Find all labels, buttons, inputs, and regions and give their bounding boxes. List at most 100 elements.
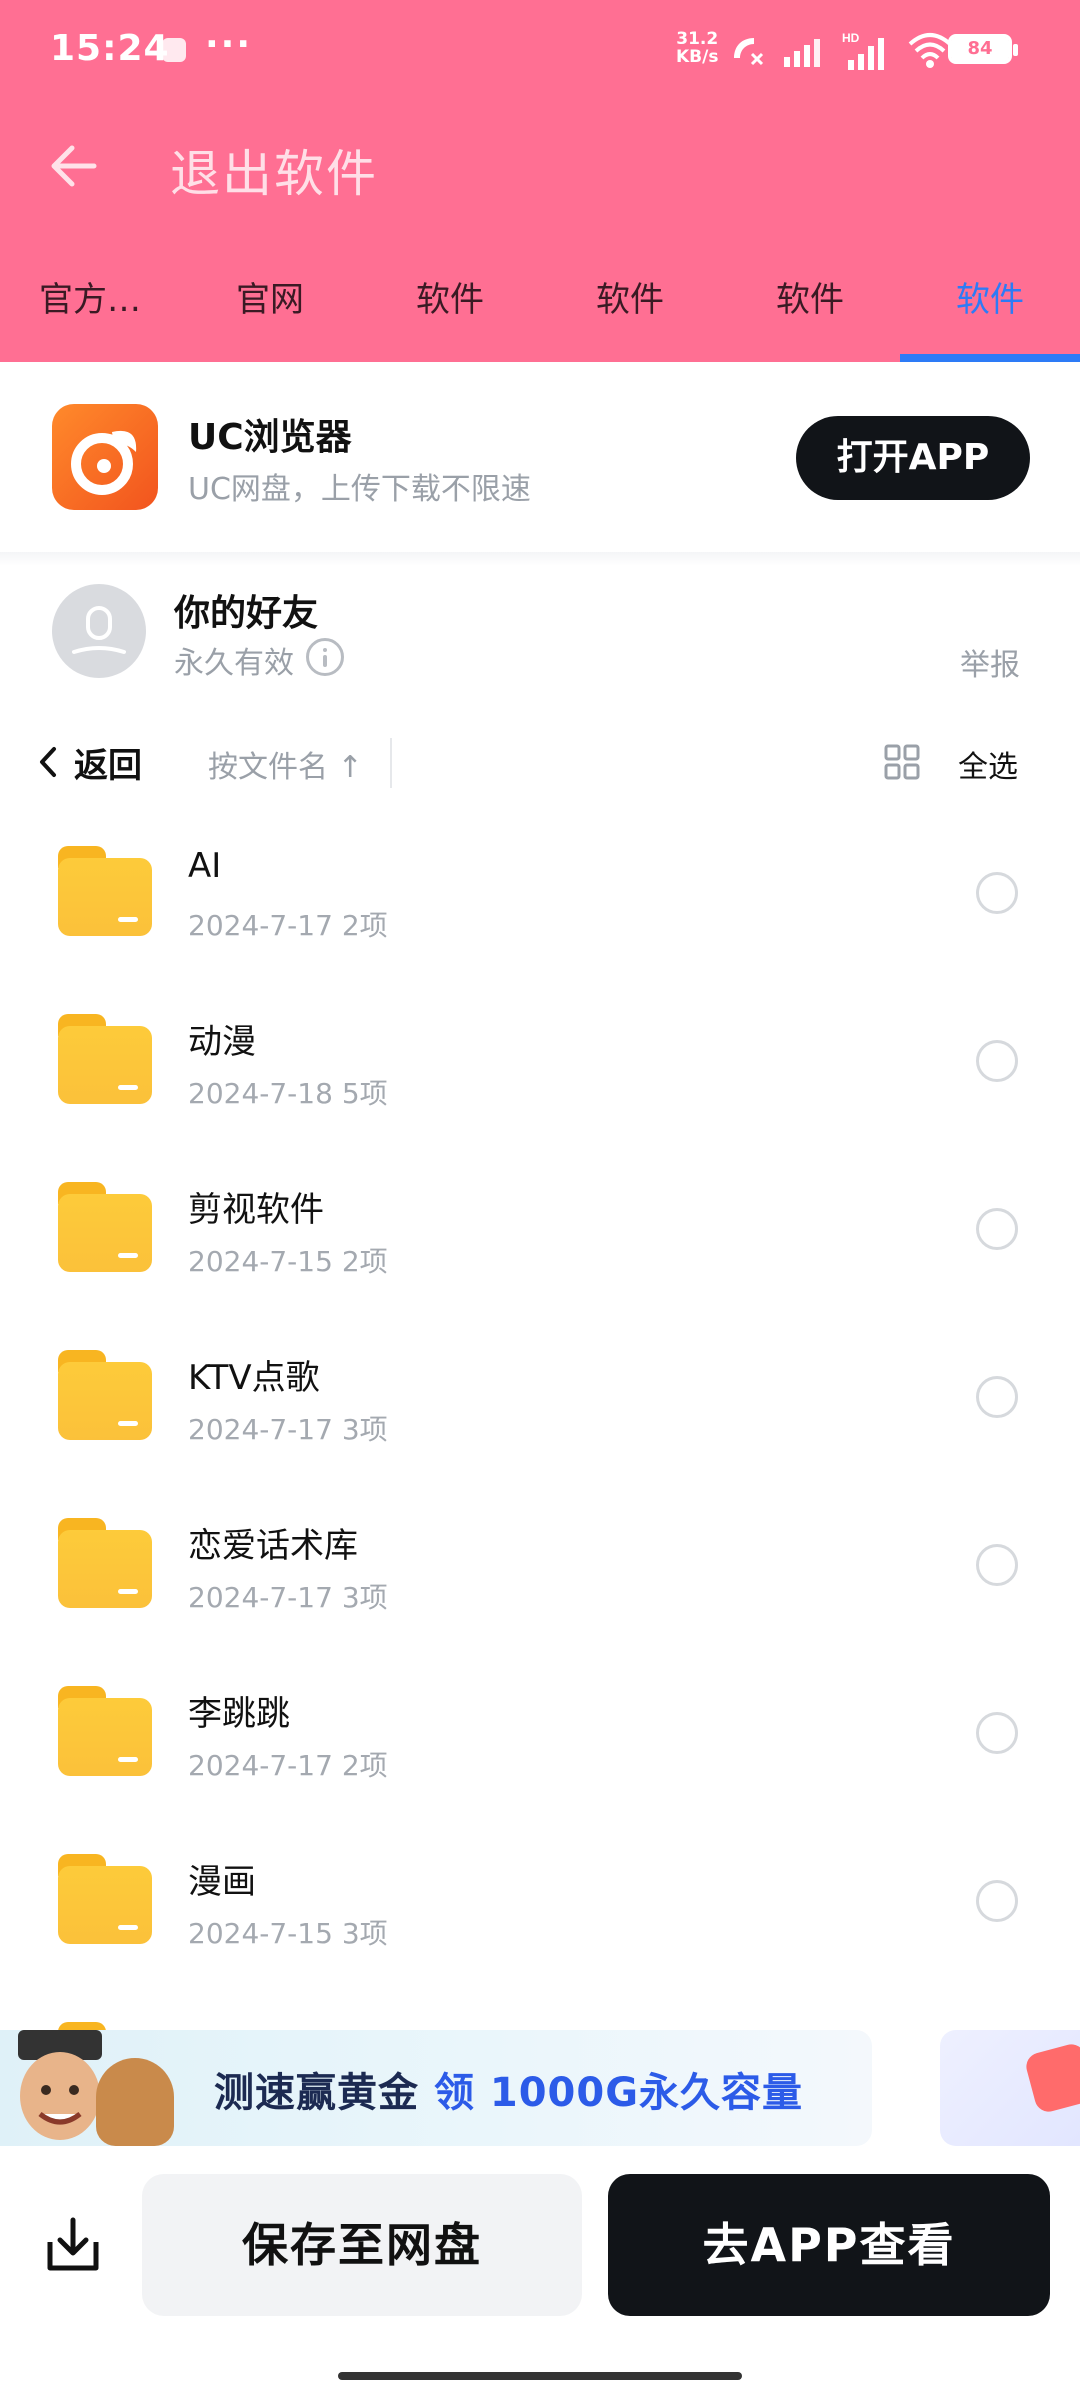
banner-text: 测速赢黄金 领 1000G永久容量 xyxy=(214,2060,803,2118)
file-count: 3项 xyxy=(341,1917,388,1950)
promo-app-description: UC网盘，上传下载不限速 xyxy=(188,472,531,507)
select-all-button[interactable]: 全选 xyxy=(958,742,1018,786)
tab-software-1[interactable]: 软件 xyxy=(360,262,540,362)
sort-by-name-button[interactable]: 按文件名 ↑ xyxy=(208,742,363,786)
info-icon[interactable] xyxy=(306,638,344,676)
bottom-action-bar: 保存至网盘 去APP查看 xyxy=(0,2150,1080,2316)
sharer-name: 你的好友 xyxy=(174,593,319,634)
share-validity: 永久有效 xyxy=(174,646,294,681)
file-meta: 2024-7-18 5项 xyxy=(188,1072,388,1112)
notification-app-icon xyxy=(162,38,186,62)
status-time: 15:24 xyxy=(50,28,170,69)
file-date: 2024-7-17 xyxy=(188,1581,333,1614)
file-name: 漫画 xyxy=(188,1862,256,1902)
title-bar: 退出软件 xyxy=(0,110,1080,220)
toolbar-separator xyxy=(390,738,392,788)
select-checkbox[interactable] xyxy=(976,1208,1018,1250)
file-date: 2024-7-15 xyxy=(188,1917,333,1950)
open-app-button[interactable]: 打开APP xyxy=(796,416,1030,500)
wifi-icon xyxy=(908,33,952,68)
folder-icon xyxy=(58,2022,152,2030)
grid-view-icon[interactable] xyxy=(884,744,920,780)
file-date: 2024-7-17 xyxy=(188,909,333,942)
section-divider xyxy=(0,552,1080,566)
select-checkbox[interactable] xyxy=(976,1712,1018,1754)
select-checkbox[interactable] xyxy=(976,1376,1018,1418)
select-checkbox[interactable] xyxy=(976,1544,1018,1586)
network-speed-value: 31.2 xyxy=(676,29,719,49)
list-item[interactable]: 李跳跳 2024-7-17 2项 xyxy=(0,1650,1080,1818)
list-item[interactable]: KTV点歌 2024-7-17 3项 xyxy=(0,1314,1080,1482)
report-link[interactable]: 举报 xyxy=(960,640,1020,684)
list-item[interactable]: 恋爱话术库 2024-7-17 3项 xyxy=(0,1482,1080,1650)
promo-app-name: UC浏览器 xyxy=(188,417,352,458)
folder-icon xyxy=(58,1518,152,1608)
status-icons: HD xyxy=(728,30,954,70)
file-name: 李跳跳 xyxy=(188,1694,290,1734)
folder-icon xyxy=(58,1854,152,1944)
folder-icon xyxy=(58,1686,152,1776)
call-muted-icon xyxy=(734,38,764,66)
uc-browser-logo-icon xyxy=(52,404,158,510)
folder-back-button[interactable]: 返回 xyxy=(38,738,142,786)
promo-banner[interactable]: 测速赢黄金 领 1000G永久容量 xyxy=(0,2030,872,2146)
list-item[interactable]: 剪视软件 2024-7-15 2项 xyxy=(0,1146,1080,1314)
home-indicator[interactable] xyxy=(338,2372,742,2380)
file-count: 2项 xyxy=(341,1749,388,1782)
file-meta: 2024-7-17 3项 xyxy=(188,1576,388,1616)
file-meta: 2024-7-15 3项 xyxy=(188,1912,388,1952)
save-to-cloud-button[interactable]: 保存至网盘 xyxy=(142,2174,582,2316)
file-name: 剪视软件 xyxy=(188,1190,324,1230)
select-checkbox[interactable] xyxy=(976,1040,1018,1082)
gift-icon xyxy=(1023,2041,1080,2115)
back-arrow-icon[interactable] xyxy=(46,138,102,194)
view-in-app-button[interactable]: 去APP查看 xyxy=(608,2174,1050,2316)
file-date: 2024-7-17 xyxy=(188,1749,333,1782)
folder-icon xyxy=(58,846,152,936)
file-meta: 2024-7-17 2项 xyxy=(188,904,388,944)
file-count: 2项 xyxy=(341,909,388,942)
file-count: 5项 xyxy=(341,1077,388,1110)
list-item[interactable]: AI 2024-7-17 2项 xyxy=(0,810,1080,978)
download-icon[interactable] xyxy=(40,2212,106,2278)
tab-official-site[interactable]: 官网 xyxy=(180,262,360,362)
select-checkbox[interactable] xyxy=(976,872,1018,914)
tab-software-3[interactable]: 软件 xyxy=(720,262,900,362)
folder-icon xyxy=(58,1182,152,1272)
battery-icon: 84 xyxy=(948,34,1018,64)
tab-software-active[interactable]: 软件 xyxy=(900,262,1080,362)
network-speed: 31.2 KB/s xyxy=(676,30,718,66)
promo-banner-secondary[interactable] xyxy=(940,2030,1080,2146)
page-title: 退出软件 xyxy=(170,145,378,203)
banner-mascot-image xyxy=(96,2058,174,2146)
hd-signal-icon: HD xyxy=(842,31,884,70)
header: 15:24 ··· 31.2 KB/s HD 84 退出软件 官方… 官网 软件… xyxy=(0,0,1080,362)
select-checkbox[interactable] xyxy=(976,1880,1018,1922)
file-meta: 2024-7-15 2项 xyxy=(188,1240,388,1280)
file-name: KTV点歌 xyxy=(188,1358,320,1398)
chevron-left-icon xyxy=(40,747,56,777)
folder-icon xyxy=(58,1014,152,1104)
file-date: 2024-7-15 xyxy=(188,1245,333,1278)
tab-official-more[interactable]: 官方… xyxy=(0,262,180,362)
list-item[interactable]: 漫画 2024-7-15 3项 xyxy=(0,1818,1080,1986)
file-date: 2024-7-17 xyxy=(188,1413,333,1446)
battery-level: 84 xyxy=(951,37,1009,61)
list-item[interactable] xyxy=(0,1986,1080,2030)
sharer-info: 你的好友 永久有效 举报 xyxy=(0,566,1080,696)
file-count: 3项 xyxy=(341,1581,388,1614)
file-count: 2项 xyxy=(341,1245,388,1278)
more-notifications-icon: ··· xyxy=(205,24,253,65)
svg-text:HD: HD xyxy=(842,31,860,45)
tab-software-2[interactable]: 软件 xyxy=(540,262,720,362)
signal-icon xyxy=(784,39,820,67)
banner-text-highlight: 领 1000G永久容量 xyxy=(433,2070,804,2116)
file-meta: 2024-7-17 2项 xyxy=(188,1744,388,1784)
file-meta: 2024-7-17 3项 xyxy=(188,1408,388,1448)
network-speed-unit: KB/s xyxy=(676,47,719,67)
avatar xyxy=(52,584,146,678)
list-item[interactable]: 动漫 2024-7-18 5项 xyxy=(0,978,1080,1146)
status-bar: 15:24 ··· 31.2 KB/s HD 84 xyxy=(0,0,1080,100)
file-name: 恋爱话术库 xyxy=(188,1526,358,1566)
tab-bar: 官方… 官网 软件 软件 软件 软件 xyxy=(0,262,1080,362)
